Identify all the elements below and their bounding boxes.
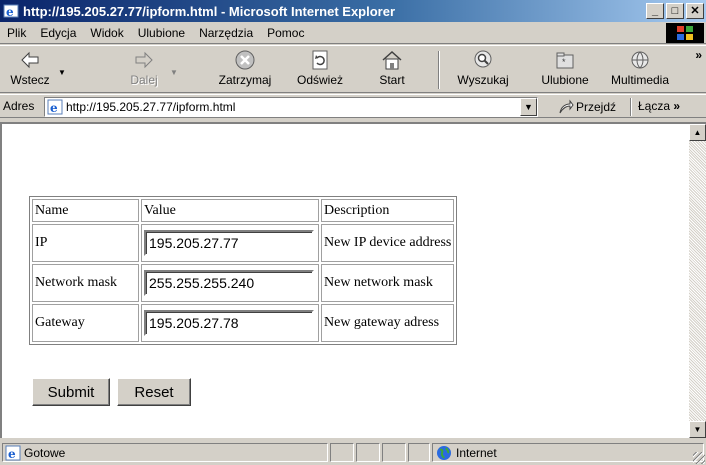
address-dropdown-icon[interactable]: ▼ bbox=[520, 98, 537, 116]
minimize-button[interactable]: _ bbox=[646, 3, 664, 19]
back-label: Wstecz bbox=[10, 73, 50, 87]
back-arrow-icon bbox=[21, 51, 39, 69]
status-bar: e Gotowe Internet bbox=[0, 440, 706, 465]
windows-logo-icon bbox=[666, 23, 704, 43]
links-separator bbox=[630, 98, 632, 116]
back-button[interactable]: Wstecz bbox=[4, 49, 56, 91]
favorites-label: Ulubione bbox=[541, 73, 589, 87]
toolbar-more-chevron-icon[interactable]: » bbox=[695, 48, 702, 62]
refresh-button[interactable]: Odśwież bbox=[290, 49, 350, 91]
zone-panel: Internet bbox=[432, 443, 704, 462]
svg-text:e: e bbox=[8, 447, 16, 461]
stop-icon bbox=[235, 50, 255, 70]
go-arrow-icon bbox=[559, 99, 574, 114]
page-ie-icon: e bbox=[47, 99, 63, 115]
menu-view[interactable]: Widok bbox=[83, 26, 130, 40]
row-gateway-name: Gateway bbox=[32, 304, 139, 342]
address-label: Adres bbox=[3, 99, 35, 113]
svg-text:e: e bbox=[50, 101, 58, 115]
header-value: Value bbox=[141, 199, 319, 222]
back-dropdown-icon[interactable]: ▼ bbox=[58, 68, 66, 77]
links-label: Łącza bbox=[638, 99, 671, 113]
status-panel bbox=[382, 443, 406, 462]
header-name: Name bbox=[32, 199, 139, 222]
ip-config-table: Name Value Description IP New IP device … bbox=[29, 196, 458, 345]
svg-text:e: e bbox=[6, 5, 14, 19]
forward-label: Dalej bbox=[130, 73, 158, 87]
search-button[interactable]: Wyszukaj bbox=[450, 49, 516, 91]
menu-edit[interactable]: Edycja bbox=[33, 26, 83, 40]
header-description: Description bbox=[321, 199, 455, 222]
status-panel bbox=[356, 443, 380, 462]
vertical-scrollbar[interactable]: ▲ ▼ bbox=[689, 124, 706, 438]
row-mask-description: New network mask bbox=[321, 264, 455, 302]
maximize-button[interactable]: □ bbox=[666, 3, 684, 19]
row-mask-name: Network mask bbox=[32, 264, 139, 302]
row-ip-name: IP bbox=[32, 224, 139, 262]
media-globe-icon bbox=[631, 51, 649, 69]
menu-favorites[interactable]: Ulubione bbox=[131, 26, 192, 40]
go-label: Przejdź bbox=[576, 100, 617, 114]
menu-bar: Plik Edycja Widok Ulubione Narzędzia Pom… bbox=[0, 22, 706, 44]
favorites-folder-icon: * bbox=[556, 52, 574, 69]
address-bar: Adres e http://195.205.27.77/ipform.html… bbox=[0, 94, 706, 118]
table-row: IP New IP device address bbox=[32, 224, 455, 262]
page-done-icon: e bbox=[5, 445, 21, 461]
go-button[interactable]: Przejdź bbox=[558, 99, 616, 115]
scroll-down-icon[interactable]: ▼ bbox=[689, 421, 706, 438]
forward-button[interactable]: Dalej bbox=[124, 49, 164, 91]
links-more-chevron-icon: » bbox=[673, 99, 681, 113]
menu-file[interactable]: Plik bbox=[0, 26, 33, 40]
status-text-panel: e Gotowe bbox=[2, 443, 328, 462]
row-gateway-value-cell bbox=[141, 304, 319, 342]
address-input[interactable]: e http://195.205.27.77/ipform.html ▼ bbox=[44, 97, 538, 117]
window-titlebar[interactable]: e http://195.205.27.77/ipform.html - Mic… bbox=[0, 0, 706, 22]
stop-button[interactable]: Zatrzymaj bbox=[210, 49, 280, 91]
home-label: Start bbox=[379, 73, 405, 87]
refresh-label: Odśwież bbox=[296, 73, 343, 87]
row-gateway-description: New gateway adress bbox=[321, 304, 455, 342]
favorites-button[interactable]: * Ulubione bbox=[534, 49, 596, 91]
page-content: Name Value Description IP New IP device … bbox=[0, 122, 706, 438]
ip-input[interactable] bbox=[144, 230, 314, 256]
table-header-row: Name Value Description bbox=[32, 199, 455, 222]
row-mask-value-cell bbox=[141, 264, 319, 302]
search-icon bbox=[474, 50, 492, 68]
row-ip-description: New IP device address bbox=[321, 224, 455, 262]
home-button[interactable]: Start bbox=[370, 49, 414, 91]
media-button[interactable]: Multimedia bbox=[604, 49, 676, 91]
submit-button[interactable]: Submit bbox=[32, 378, 110, 406]
gateway-input[interactable] bbox=[144, 310, 314, 336]
network-mask-input[interactable] bbox=[144, 270, 314, 296]
home-icon bbox=[382, 50, 402, 70]
forward-arrow-icon bbox=[135, 51, 153, 69]
refresh-icon bbox=[312, 50, 328, 70]
internet-globe-icon bbox=[437, 445, 451, 460]
standard-toolbar: Wstecz ▼ Dalej ▼ Zatrzymaj Odśwież Start… bbox=[0, 45, 706, 93]
address-url: http://195.205.27.77/ipform.html bbox=[66, 100, 236, 114]
ie-logo-icon: e bbox=[3, 4, 19, 19]
reset-button[interactable]: Reset bbox=[117, 378, 191, 406]
toolbar-separator bbox=[438, 51, 440, 89]
search-label: Wyszukaj bbox=[457, 73, 509, 87]
links-button[interactable]: Łącza » bbox=[638, 99, 680, 113]
status-panel bbox=[330, 443, 354, 462]
zone-label: Internet bbox=[456, 445, 497, 460]
stop-label: Zatrzymaj bbox=[218, 73, 272, 87]
window-title: http://195.205.27.77/ipform.html - Micro… bbox=[23, 3, 396, 19]
scroll-up-icon[interactable]: ▲ bbox=[689, 124, 706, 141]
media-label: Multimedia bbox=[610, 73, 670, 87]
table-row: Network mask New network mask bbox=[32, 264, 455, 302]
menu-help[interactable]: Pomoc bbox=[260, 26, 311, 40]
status-text: Gotowe bbox=[24, 445, 66, 460]
close-button[interactable]: ✕ bbox=[686, 3, 704, 19]
row-ip-value-cell bbox=[141, 224, 319, 262]
table-row: Gateway New gateway adress bbox=[32, 304, 455, 342]
svg-text:*: * bbox=[562, 57, 566, 67]
status-panel bbox=[408, 443, 430, 462]
menu-tools[interactable]: Narzędzia bbox=[192, 26, 260, 40]
forward-dropdown-icon[interactable]: ▼ bbox=[170, 68, 178, 77]
resize-grip-icon[interactable] bbox=[693, 452, 705, 464]
